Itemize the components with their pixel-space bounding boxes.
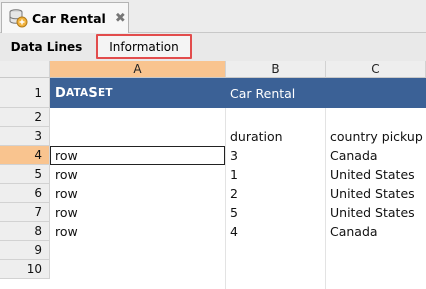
row-header-4[interactable]: 4 [0,146,50,165]
tab-information[interactable]: Information [96,34,192,59]
dataset-title-initial-2: S [88,85,98,101]
editor-tab-bar: Car Rental ✖ [0,0,426,33]
cell-b7[interactable]: 5 [230,203,238,222]
dataset-title-initial: D [55,85,66,101]
cell-b8[interactable]: 4 [230,222,238,241]
editor-tab-car-rental[interactable]: Car Rental ✖ [1,2,129,33]
cell-c4[interactable]: Canada [330,146,378,165]
cell-b6[interactable]: 2 [230,184,238,203]
dataset-title-rest: ATA [66,87,89,99]
cell-c5[interactable]: United States [330,165,415,184]
sub-tab-bar: Data Lines Information [0,33,426,61]
row-header-10[interactable]: 10 [0,260,50,279]
cell-b5[interactable]: 1 [230,165,238,184]
header-duration[interactable]: duration [230,127,283,146]
dataset-title: D ATA S ET [55,78,113,108]
column-header-b[interactable]: B [226,61,326,78]
grid-corner[interactable] [0,61,50,78]
spreadsheet-grid[interactable]: A B C 1 2 3 4 5 6 7 8 9 10 D ATA S ET Car … [0,61,426,289]
cell-a5[interactable]: row [55,165,78,184]
cell-a7[interactable]: row [55,203,78,222]
column-header-c[interactable]: C [326,61,426,78]
close-icon[interactable]: ✖ [115,12,126,25]
row-header-1[interactable]: 1 [0,78,50,108]
row-header-2[interactable]: 2 [0,108,50,127]
cell-a8[interactable]: row [55,222,78,241]
cell-c8[interactable]: Canada [330,222,378,241]
dataset-name: Car Rental [230,85,296,101]
header-country-pickup[interactable]: country pickup [330,127,423,146]
row-header-5[interactable]: 5 [0,165,50,184]
cell-a6[interactable]: row [55,184,78,203]
row-header-3[interactable]: 3 [0,127,50,146]
tab-data-lines[interactable]: Data Lines [0,33,93,61]
cell-b4[interactable]: 3 [230,146,238,165]
editor-tab-title: Car Rental [32,10,106,26]
row-header-6[interactable]: 6 [0,184,50,203]
row-header-9[interactable]: 9 [0,241,50,260]
database-icon [8,8,28,28]
row-header-8[interactable]: 8 [0,222,50,241]
dataset-title-rest-2: ET [97,87,113,99]
cell-c7[interactable]: United States [330,203,415,222]
row-header-7[interactable]: 7 [0,203,50,222]
cell-c6[interactable]: United States [330,184,415,203]
column-header-a[interactable]: A [50,61,226,78]
cell-a4-selected[interactable]: row [50,146,225,165]
